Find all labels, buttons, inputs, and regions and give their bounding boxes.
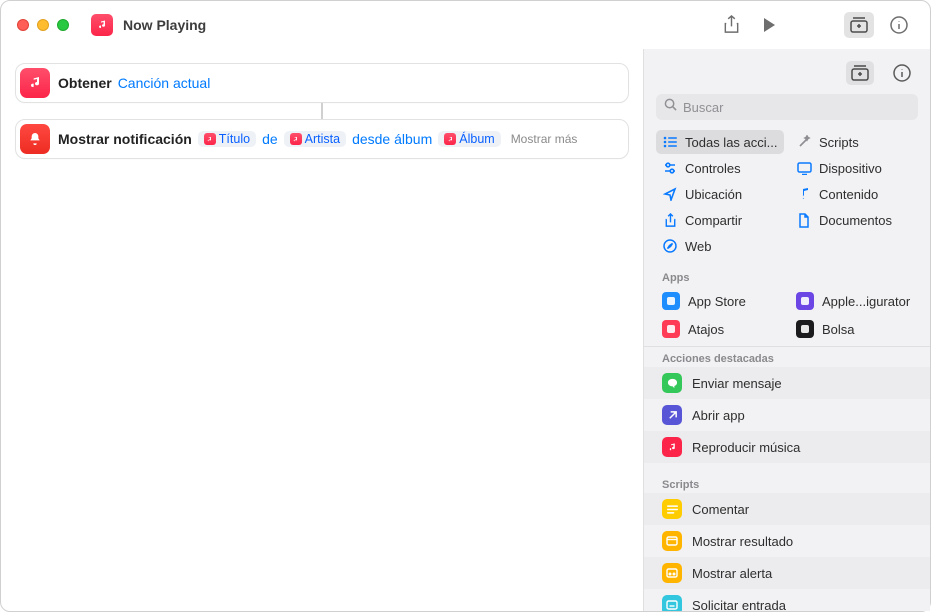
app-icon (796, 292, 814, 310)
category-share[interactable]: Compartir (656, 208, 784, 232)
word-desde-album: desde álbum (352, 131, 432, 147)
music-note-icon (796, 186, 812, 202)
location-icon (662, 186, 678, 202)
open-icon (662, 405, 682, 425)
action-row[interactable]: Comentar (644, 493, 930, 525)
input-icon (662, 595, 682, 611)
token-album[interactable]: Álbum (438, 131, 500, 148)
action-param[interactable]: Canción actual (118, 75, 211, 91)
action-library: Todas las acci... Scripts Controles Disposi… (643, 49, 930, 611)
run-button[interactable] (754, 12, 784, 38)
section-apps: Apps (644, 266, 930, 286)
category-wand[interactable]: Scripts (790, 130, 918, 154)
action-label: Obtener (58, 75, 112, 91)
category-label: Ubicación (685, 187, 742, 202)
action-get-current-song[interactable]: Obtener Canción actual (15, 63, 629, 103)
app-item[interactable]: App Store (656, 288, 784, 314)
bell-icon (20, 124, 50, 154)
connector (321, 103, 323, 119)
minimize-window-button[interactable] (37, 19, 49, 31)
app-icon (662, 320, 680, 338)
category-label: Compartir (685, 213, 742, 228)
show-more-button[interactable]: Mostrar más (511, 132, 578, 146)
library-tab-info[interactable] (888, 61, 916, 85)
window-title: Now Playing (123, 17, 206, 33)
eye-icon (662, 531, 682, 551)
category-safari[interactable]: Web (656, 234, 784, 258)
section-featured: Acciones destacadas (644, 347, 930, 367)
app-item[interactable]: Atajos (656, 316, 784, 342)
safari-icon (662, 238, 678, 254)
doc-icon (796, 212, 812, 228)
action-row[interactable]: Mostrar resultado (644, 525, 930, 557)
section-scripts: Scripts (644, 473, 930, 493)
app-label: App Store (688, 294, 746, 309)
titlebar: Now Playing (1, 1, 930, 49)
category-location[interactable]: Ubicación (656, 182, 784, 206)
sliders-icon (662, 160, 678, 176)
search-icon (664, 98, 677, 116)
app-item[interactable]: Bolsa (790, 316, 918, 342)
fullscreen-window-button[interactable] (57, 19, 69, 31)
alert-icon (662, 563, 682, 583)
app-label: Apple...igurator (822, 294, 910, 309)
category-label: Scripts (819, 135, 859, 150)
category-doc[interactable]: Documentos (790, 208, 918, 232)
action-row[interactable]: Solicitar entrada (644, 589, 930, 611)
action-label: Mostrar notificación (58, 131, 192, 147)
category-label: Todas las acci... (685, 135, 778, 150)
app-icon (796, 320, 814, 338)
word-de: de (262, 131, 278, 147)
library-tab-actions[interactable] (846, 61, 874, 85)
category-label: Web (685, 239, 712, 254)
search-field[interactable] (656, 94, 918, 120)
wand-icon (796, 134, 812, 150)
list-icon (662, 134, 678, 150)
category-list[interactable]: Todas las acci... (656, 130, 784, 154)
app-item[interactable]: Apple...igurator (790, 288, 918, 314)
action-row[interactable]: Abrir app (644, 399, 930, 431)
workflow-canvas[interactable]: Obtener Canción actual Mostrar notificac… (1, 49, 643, 611)
category-label: Controles (685, 161, 741, 176)
library-button[interactable] (844, 12, 874, 38)
action-row-label: Abrir app (692, 408, 745, 423)
app-icon (662, 292, 680, 310)
search-input[interactable] (683, 100, 910, 115)
category-sliders[interactable]: Controles (656, 156, 784, 180)
action-row[interactable]: Mostrar alerta (644, 557, 930, 589)
display-icon (796, 160, 812, 176)
action-show-notification[interactable]: Mostrar notificación Título de Artista d… (15, 119, 629, 159)
action-row-label: Solicitar entrada (692, 598, 786, 612)
action-row-label: Mostrar resultado (692, 534, 793, 549)
category-music-note[interactable]: Contenido (790, 182, 918, 206)
action-row[interactable]: Reproducir música (644, 431, 930, 463)
token-title[interactable]: Título (198, 131, 256, 148)
music-icon (20, 68, 50, 98)
token-artist[interactable]: Artista (284, 131, 346, 148)
action-row-label: Mostrar alerta (692, 566, 772, 581)
action-row-label: Reproducir música (692, 440, 800, 455)
app-label: Atajos (688, 322, 724, 337)
share-button[interactable] (716, 12, 746, 38)
category-display[interactable]: Dispositivo (790, 156, 918, 180)
shortcut-icon (91, 14, 113, 36)
category-label: Contenido (819, 187, 878, 202)
music-icon (662, 437, 682, 457)
comment-icon (662, 499, 682, 519)
action-row-label: Enviar mensaje (692, 376, 782, 391)
message-icon (662, 373, 682, 393)
info-button[interactable] (884, 12, 914, 38)
app-label: Bolsa (822, 322, 855, 337)
action-row-label: Comentar (692, 502, 749, 517)
category-label: Dispositivo (819, 161, 882, 176)
category-label: Documentos (819, 213, 892, 228)
share-icon (662, 212, 678, 228)
close-window-button[interactable] (17, 19, 29, 31)
action-row[interactable]: Enviar mensaje (644, 367, 930, 399)
